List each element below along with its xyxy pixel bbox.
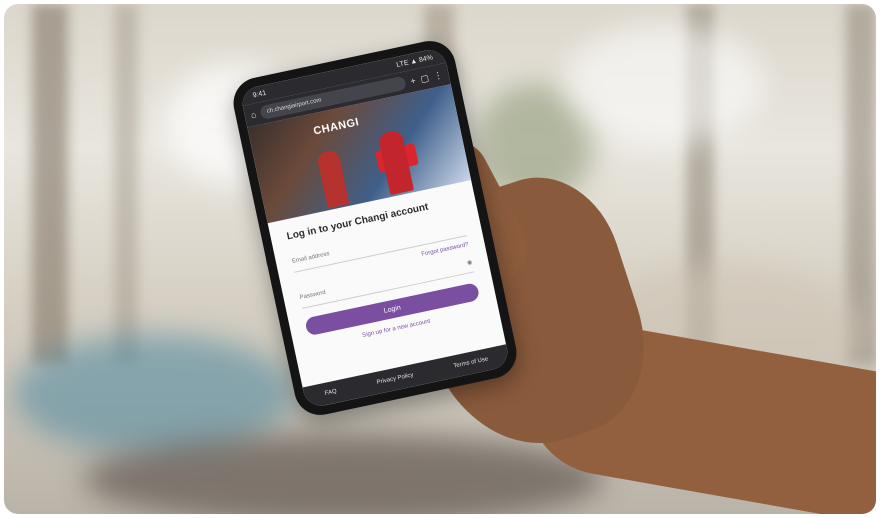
- blurred-pillar: [32, 4, 68, 364]
- home-icon[interactable]: ⌂: [250, 109, 257, 120]
- blurred-crowd: [84, 434, 604, 514]
- blurred-light: [564, 24, 764, 144]
- phone-screen: 9:41 LTE ▲ 84% ⌂ ch.changiairport.com + …: [239, 46, 511, 410]
- email-label: Email address: [291, 251, 331, 265]
- more-menu-icon[interactable]: ⋮: [433, 69, 444, 81]
- background-photo: 9:41 LTE ▲ 84% ⌂ ch.changiairport.com + …: [4, 4, 876, 514]
- new-tab-icon[interactable]: +: [409, 75, 416, 86]
- footer-link-terms[interactable]: Terms of Use: [453, 356, 489, 369]
- eye-icon[interactable]: ◉: [466, 258, 472, 266]
- password-label: Password: [299, 289, 327, 302]
- hero-person: [316, 149, 350, 209]
- footer-link-faq[interactable]: FAQ: [324, 389, 337, 397]
- status-time: 9:41: [252, 89, 267, 99]
- blurred-pillar: [114, 4, 138, 364]
- footer-link-privacy[interactable]: Privacy Policy: [376, 372, 414, 386]
- tabs-icon[interactable]: ▢: [419, 72, 429, 84]
- changi-logo: CHANGI: [312, 116, 361, 138]
